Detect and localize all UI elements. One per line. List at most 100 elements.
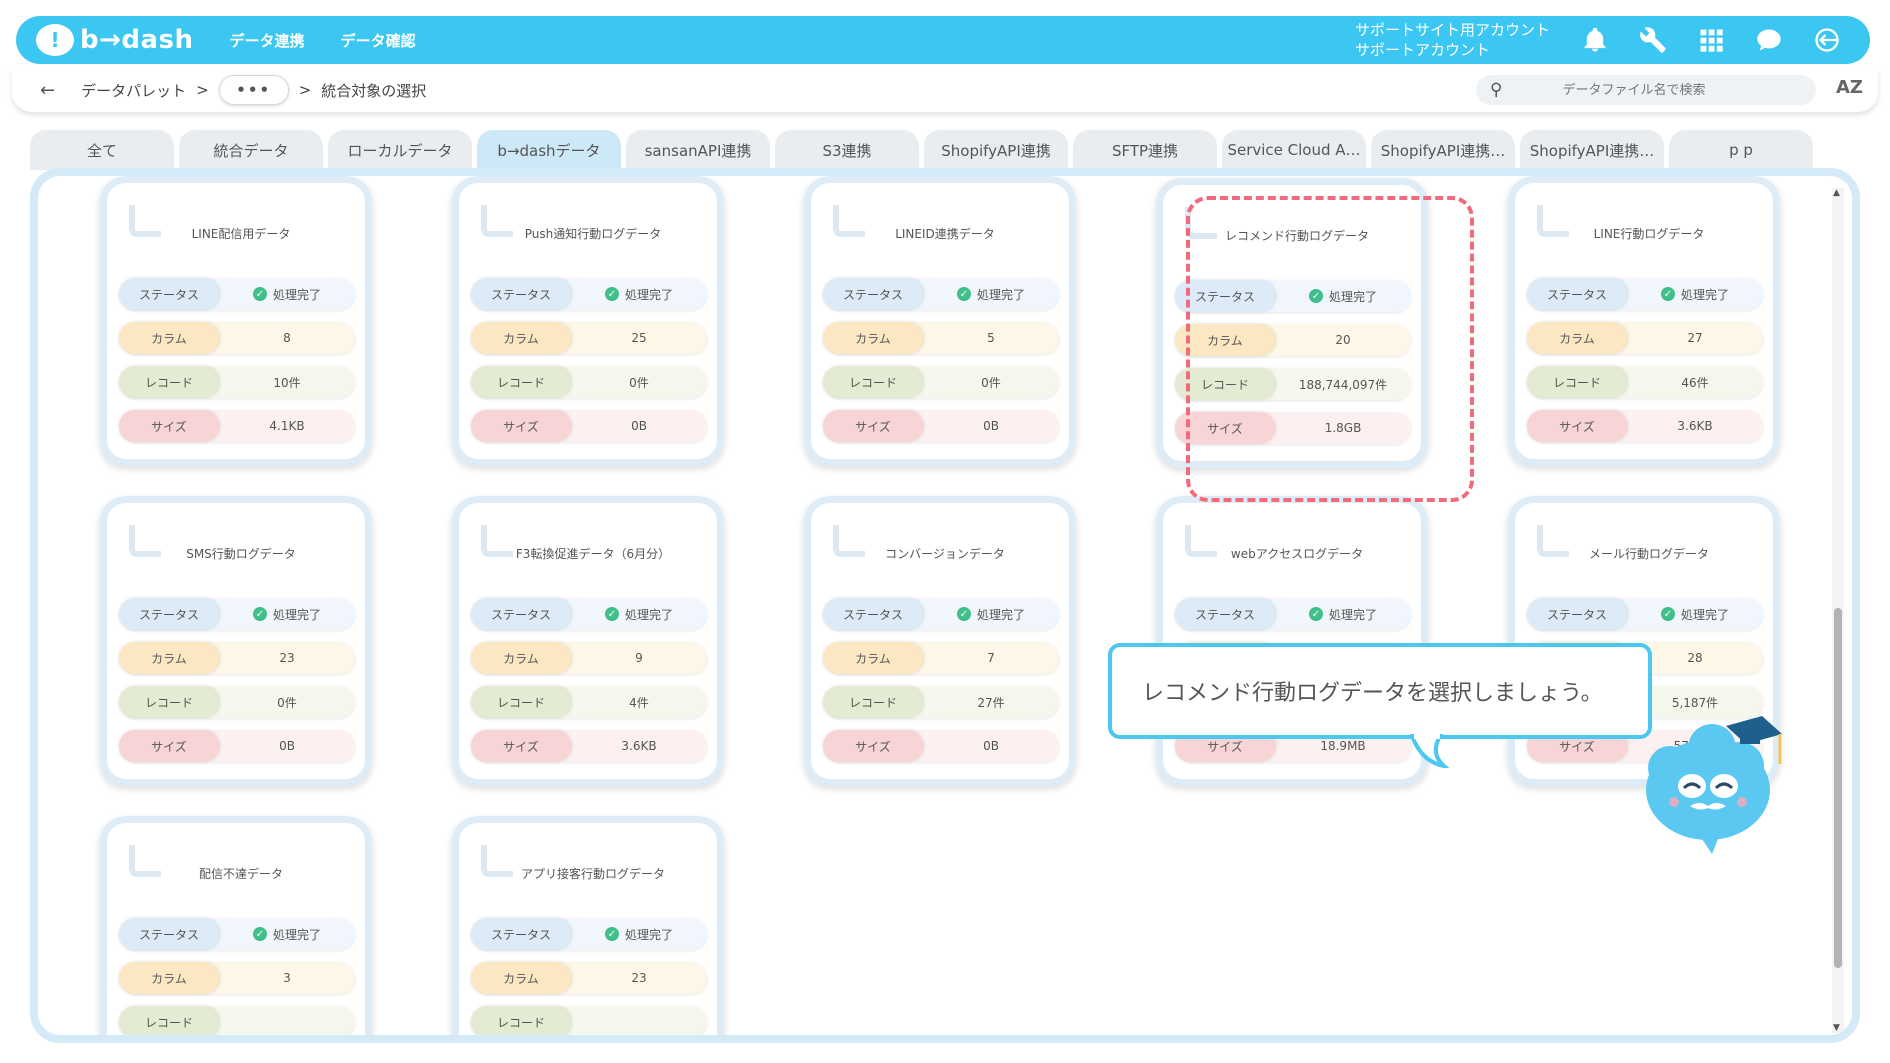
- check-icon: ✓: [1660, 607, 1675, 621]
- tab-sansan-api[interactable]: sansanAPI連携: [626, 130, 770, 170]
- record-label: レコード: [119, 366, 219, 398]
- data-file-card[interactable]: コンバージョンデータ ステータス ✓ 処理完了 カラム 7 レコード 27件 サイズ 0B: [804, 496, 1076, 786]
- scroll-thumb[interactable]: [1834, 608, 1842, 968]
- check-icon: ✓: [1660, 287, 1675, 301]
- status-value: ✓ 処理完了: [571, 926, 707, 943]
- record-row: レコード: [119, 1006, 355, 1035]
- size-row: サイズ 0B: [119, 730, 355, 762]
- column-row: カラム 23: [119, 642, 355, 674]
- card-title: SMS行動ログデータ: [186, 547, 296, 561]
- tab-sftp[interactable]: SFTP連携: [1073, 130, 1217, 170]
- tab-bdash-data[interactable]: b→dashデータ: [477, 130, 621, 170]
- nav-data-integration[interactable]: データ連携: [230, 30, 305, 51]
- scrollbar[interactable]: ▲ ▼: [1832, 188, 1844, 1033]
- data-file-card[interactable]: 配信不達データステータス✓処理完了カラム3レコードサイズ: [100, 816, 372, 1035]
- search-icon: ⚲: [1490, 80, 1503, 100]
- record-row: レコード: [471, 1006, 707, 1035]
- check-icon: ✓: [252, 287, 267, 301]
- record-value: 0件: [981, 375, 1001, 390]
- data-file-card[interactable]: webアクセスログデータステータス✓処理完了カラム113レコード171,395件…: [1156, 496, 1428, 786]
- sort-az-button[interactable]: AZ: [1836, 77, 1863, 98]
- record-row: レコード 0件: [119, 686, 355, 718]
- tab-integrated[interactable]: 統合データ: [179, 130, 323, 170]
- tab-all[interactable]: 全て: [30, 130, 174, 170]
- status-value: ✓ 処理完了: [1627, 286, 1763, 303]
- breadcrumb-root[interactable]: データパレット: [81, 80, 186, 101]
- size-row: サイズ 0B: [471, 410, 707, 442]
- size-label: サイズ: [119, 730, 219, 762]
- data-file-card[interactable]: F3転換促進データ（6月分） ステータス ✓ 処理完了 カラム 9 レコード 4件 サイズ 3.6…: [452, 496, 724, 786]
- nav-data-check[interactable]: データ確認: [341, 30, 416, 51]
- highlight-frame: [1186, 196, 1474, 502]
- tab-s3[interactable]: S3連携: [775, 130, 919, 170]
- tab-pp[interactable]: p p: [1669, 130, 1813, 170]
- record-label: レコード: [471, 366, 571, 398]
- size-value: 0B: [983, 739, 999, 753]
- column-row: カラム 5: [823, 322, 1059, 354]
- status-value: ✓ 処理完了: [923, 606, 1059, 623]
- back-arrow-icon[interactable]: ←: [40, 80, 55, 101]
- chat-icon[interactable]: [1754, 25, 1784, 55]
- column-row: カラム 7: [823, 642, 1059, 674]
- column-value: 8: [283, 331, 291, 345]
- column-value: 3: [283, 971, 291, 985]
- status-value: ✓ 処理完了: [219, 606, 355, 623]
- status-text: 処理完了: [624, 927, 673, 942]
- data-file-card[interactable]: アプリ接客行動ログデータステータス✓処理完了カラム23レコードサイズ: [452, 816, 724, 1035]
- tab-service-cloud[interactable]: Service Cloud A…: [1222, 130, 1366, 170]
- logout-icon[interactable]: [1812, 25, 1842, 55]
- mascot-character-icon: [1646, 716, 1782, 854]
- card-title: 配信不達データ: [198, 867, 283, 881]
- bell-icon[interactable]: [1580, 25, 1610, 55]
- data-file-card[interactable]: LINE配信用データ ステータス ✓ 処理完了 カラム 8 レコード 10件 サイズ 4.1KB: [100, 176, 372, 466]
- record-label: レコード: [119, 686, 219, 718]
- size-value: 18.9MB: [1320, 739, 1366, 753]
- data-file-card[interactable]: LINEID連携データ ステータス ✓ 処理完了 カラム 5 レコード 0件 サイズ 0B: [804, 176, 1076, 466]
- check-icon: ✓: [956, 287, 971, 301]
- tab-shopify-api[interactable]: ShopifyAPI連携: [924, 130, 1068, 170]
- data-file-card[interactable]: Push通知行動ログデータ ステータス ✓ 処理完了 カラム 25 レコード 0件 サイズ 0B: [452, 176, 724, 466]
- size-value: 4.1KB: [269, 419, 305, 433]
- column-row: カラム 9: [471, 642, 707, 674]
- card-title: LINE配信用データ: [191, 227, 291, 241]
- tab-shopify-api-2[interactable]: ShopifyAPI連携…: [1371, 130, 1515, 170]
- status-value: ✓ 処理完了: [1275, 606, 1411, 623]
- data-file-card[interactable]: SMS行動ログデータ ステータス ✓ 処理完了 カラム 23 レコード 0件 サイズ 0B: [100, 496, 372, 786]
- record-label: レコード: [471, 686, 571, 718]
- record-value: 0件: [629, 375, 649, 390]
- status-text: 処理完了: [272, 287, 321, 302]
- scroll-up-icon[interactable]: ▲: [1833, 188, 1840, 198]
- breadcrumb-separator: >: [298, 81, 312, 99]
- wrench-icon[interactable]: [1638, 25, 1668, 55]
- column-value: 7: [987, 651, 995, 665]
- guide-message: レコメンド行動ログデータを選択しましょう。: [1142, 681, 1603, 706]
- account-info[interactable]: サポートサイト用アカウント サポートアカウント: [1355, 20, 1550, 60]
- status-row: ステータス ✓ 処理完了: [1527, 278, 1763, 310]
- card-title: メール行動ログデータ: [1588, 547, 1709, 561]
- column-label: カラム: [471, 322, 571, 354]
- check-icon: ✓: [604, 287, 619, 301]
- record-value: 0件: [277, 695, 297, 710]
- record-row: レコード 4件: [471, 686, 707, 718]
- bdash-logo[interactable]: ! b→dash: [36, 24, 194, 56]
- size-row: サイズ 4.1KB: [119, 410, 355, 442]
- data-file-card[interactable]: LINE行動ログデータ ステータス ✓ 処理完了 カラム 27 レコード 46件 サイズ 3.6K…: [1508, 176, 1780, 466]
- status-value: ✓ 処理完了: [923, 286, 1059, 303]
- status-text: 処理完了: [1680, 607, 1729, 622]
- card-title: LINEID連携データ: [895, 227, 995, 241]
- status-row: ステータス ✓ 処理完了: [119, 278, 355, 310]
- breadcrumb-ellipsis-button[interactable]: •••: [218, 75, 289, 105]
- search-input[interactable]: [1562, 82, 1793, 98]
- tab-local[interactable]: ローカルデータ: [328, 130, 472, 170]
- size-value: 3.6KB: [621, 739, 657, 753]
- scroll-down-icon[interactable]: ▼: [1833, 1023, 1840, 1033]
- card-title: LINE行動ログデータ: [1593, 227, 1705, 241]
- search-box[interactable]: ⚲: [1476, 75, 1816, 105]
- tab-shopify-api-3[interactable]: ShopifyAPI連携…: [1520, 130, 1664, 170]
- card-title: コンバージョンデータ: [885, 547, 1005, 561]
- check-icon: ✓: [1308, 607, 1323, 621]
- card-title: webアクセスログデータ: [1230, 547, 1364, 561]
- column-row: カラム 3: [119, 962, 355, 994]
- size-label: サイズ: [823, 410, 923, 442]
- grid-icon[interactable]: [1696, 25, 1726, 55]
